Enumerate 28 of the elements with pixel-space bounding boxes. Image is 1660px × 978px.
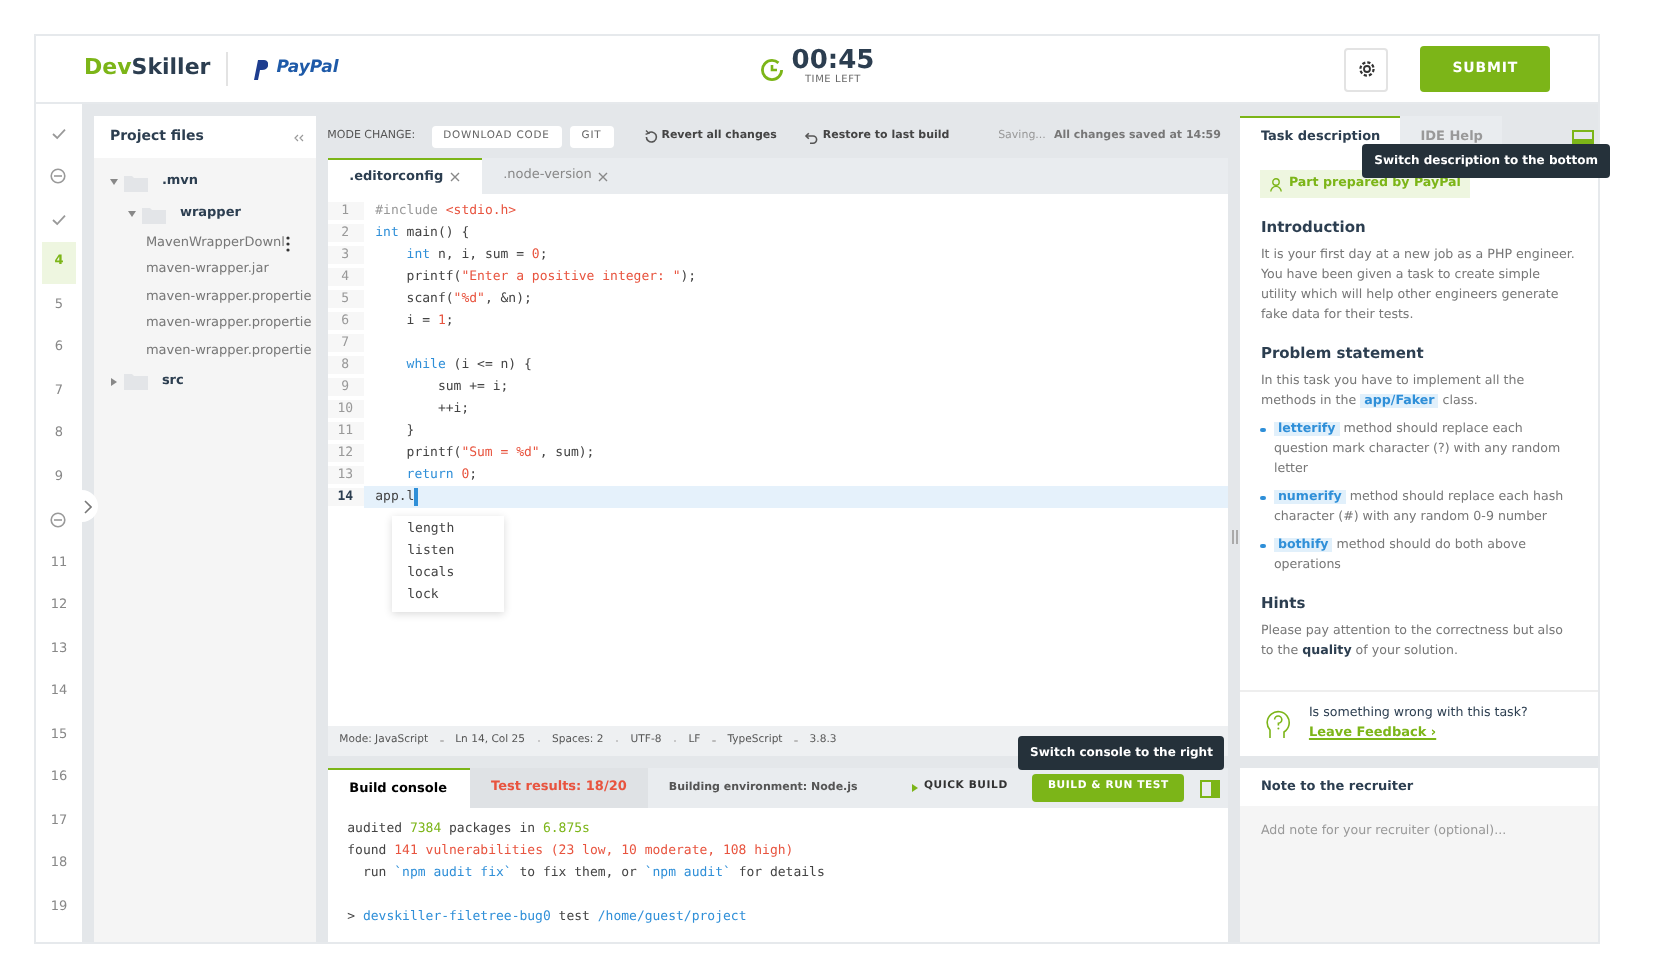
bullet-icon bbox=[1260, 495, 1266, 500]
close-icon[interactable] bbox=[449, 172, 460, 182]
minus-circle-icon bbox=[50, 512, 67, 529]
question-head-icon bbox=[1264, 709, 1293, 739]
chevron-right-icon bbox=[84, 499, 93, 513]
undo-arrow-icon bbox=[804, 131, 819, 143]
person-icon bbox=[1270, 177, 1283, 191]
bullet-icon bbox=[1260, 427, 1266, 432]
bullet-icon bbox=[1260, 543, 1266, 548]
panel-right-icon bbox=[1200, 779, 1221, 797]
check-icon bbox=[51, 213, 66, 226]
minus-circle-icon bbox=[50, 168, 67, 185]
expand-handle[interactable] bbox=[79, 490, 98, 522]
partner-name: PayPal bbox=[276, 56, 339, 82]
settings-icon bbox=[1355, 58, 1378, 80]
more-icon[interactable] bbox=[286, 235, 291, 252]
timer-icon bbox=[759, 57, 784, 81]
layout-toggle-button[interactable] bbox=[1200, 779, 1221, 797]
circular-arrow-icon bbox=[643, 130, 658, 144]
logo: DevSkiller bbox=[84, 52, 229, 86]
collapse-icon[interactable] bbox=[293, 133, 304, 141]
partner-logo-icon bbox=[252, 59, 269, 79]
timer-value: 00:45 bbox=[791, 48, 875, 75]
check-icon bbox=[51, 127, 66, 140]
resize-handle[interactable] bbox=[1232, 530, 1239, 544]
close-icon[interactable] bbox=[597, 171, 608, 181]
play-icon bbox=[911, 784, 918, 792]
settings-button[interactable] bbox=[1344, 47, 1389, 91]
